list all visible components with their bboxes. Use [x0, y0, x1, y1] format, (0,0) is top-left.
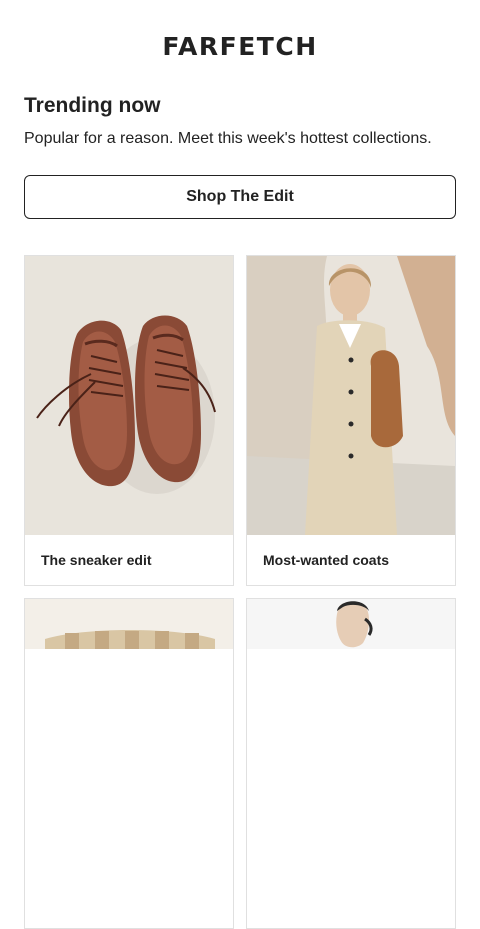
sneaker-photo [25, 256, 233, 535]
sneaker-edit-card[interactable]: The sneaker edit [24, 255, 234, 586]
card-caption[interactable]: Most-wanted coats [263, 552, 389, 568]
coats-card[interactable]: Most-wanted coats [246, 255, 456, 586]
model-portrait-photo [247, 599, 455, 649]
farfetch-logo[interactable]: FARFETCH [0, 32, 480, 61]
card-caption[interactable]: The sneaker edit [41, 552, 152, 568]
collection-card-3[interactable] [24, 598, 234, 929]
shop-the-edit-button[interactable]: Shop The Edit [24, 175, 456, 219]
sneaker-image[interactable] [25, 256, 233, 535]
collection-card-4[interactable] [246, 598, 456, 929]
coat-image[interactable] [247, 256, 455, 535]
coat-photo [247, 256, 455, 535]
section-title: Trending now [24, 94, 161, 117]
collection-image-3[interactable] [25, 599, 233, 649]
striped-product-photo [25, 599, 233, 649]
section-subtitle: Popular for a reason. Meet this week's h… [24, 130, 432, 147]
collection-image-4[interactable] [247, 599, 455, 649]
